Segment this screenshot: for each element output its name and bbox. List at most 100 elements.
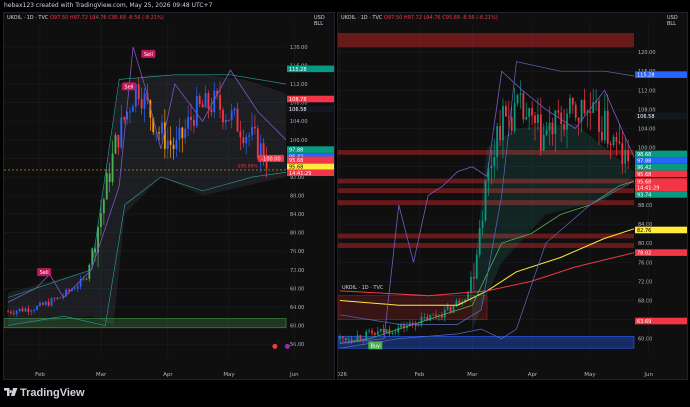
chart-panel-left[interactable]: 56.00 60.00 64.00 68.00 72.00 76.00 80.00 84.00… bbox=[3, 12, 335, 380]
candle bbox=[601, 131, 603, 141]
candle bbox=[446, 306, 449, 310]
price-label: 95.68 bbox=[637, 172, 651, 178]
y-tick-label: 112.00 bbox=[290, 82, 308, 88]
candle bbox=[365, 331, 368, 340]
candle bbox=[609, 143, 612, 146]
candle bbox=[56, 297, 59, 300]
candle bbox=[531, 108, 533, 116]
chart-canvas-right[interactable]: 60.0064.0068.0072.0076.0080.0084.0088.00… bbox=[338, 13, 688, 380]
candle bbox=[542, 134, 545, 151]
candle bbox=[41, 302, 44, 305]
candle bbox=[224, 119, 227, 123]
x-tick-label: Jun bbox=[643, 372, 653, 378]
candle bbox=[470, 276, 472, 294]
candle bbox=[210, 108, 213, 113]
candle bbox=[374, 333, 376, 335]
candle bbox=[548, 122, 551, 131]
candle bbox=[359, 335, 362, 340]
annotation-label: -100.00% bbox=[236, 164, 258, 170]
candle bbox=[347, 339, 350, 341]
candle bbox=[423, 316, 426, 318]
y-tick-label: 88.00 bbox=[290, 194, 304, 200]
footer: TradingView bbox=[0, 381, 690, 407]
candle bbox=[563, 124, 565, 130]
y-tick-label: 88.00 bbox=[638, 203, 652, 209]
candle bbox=[368, 330, 370, 332]
caption: hebax123 created with TradingView.com, M… bbox=[0, 0, 690, 12]
candle bbox=[577, 117, 580, 122]
price-label: 63.69 bbox=[637, 319, 651, 325]
price-label: 14:41:29 bbox=[637, 186, 659, 192]
chart-canvas-left[interactable]: 56.00 60.00 64.00 68.00 72.00 76.00 80.00 84.00… bbox=[4, 13, 335, 380]
candle bbox=[391, 333, 394, 335]
currency-label-right[interactable]: USD BLL bbox=[667, 15, 678, 27]
currency-label-left[interactable]: USD BLL bbox=[314, 15, 325, 27]
candle bbox=[478, 228, 481, 255]
legend-change: -8.56 (-8.21%) bbox=[461, 15, 498, 21]
resistance-zone bbox=[338, 33, 634, 48]
candle bbox=[251, 126, 253, 136]
candle bbox=[24, 308, 27, 312]
candle bbox=[100, 213, 102, 227]
currency-bll: BLL bbox=[314, 21, 324, 27]
candle bbox=[580, 99, 583, 122]
signal-label: Sell bbox=[40, 270, 49, 276]
candle bbox=[342, 336, 344, 338]
candle bbox=[589, 111, 592, 114]
candle bbox=[123, 117, 126, 120]
signal-label: Sell bbox=[124, 84, 133, 90]
x-tick-label: Feb bbox=[415, 372, 425, 378]
candle bbox=[528, 108, 531, 117]
price-label: 106.58 bbox=[637, 114, 655, 120]
legend-close: C95.68 bbox=[442, 15, 461, 21]
brand-name: TradingView bbox=[20, 387, 85, 399]
y-tick-label: 104.00 bbox=[638, 127, 656, 133]
candle bbox=[175, 139, 178, 150]
candle bbox=[195, 96, 198, 126]
candle bbox=[566, 113, 568, 130]
signal-label: Sell bbox=[144, 52, 153, 58]
candle bbox=[472, 276, 475, 279]
candle bbox=[569, 97, 571, 114]
candle bbox=[39, 302, 41, 306]
chart-panel-right[interactable]: 60.0064.0068.0072.0076.0080.0084.0088.00… bbox=[337, 12, 688, 380]
tradingview-logo[interactable]: TradingView bbox=[4, 387, 85, 399]
candle bbox=[344, 337, 347, 341]
candle bbox=[102, 199, 105, 214]
candle bbox=[467, 293, 469, 300]
candle bbox=[557, 110, 560, 113]
candle bbox=[598, 101, 600, 132]
candle bbox=[253, 126, 256, 129]
candle bbox=[137, 84, 140, 99]
x-tick-label: Jun bbox=[289, 372, 299, 378]
candle bbox=[627, 149, 630, 162]
candle bbox=[172, 144, 175, 150]
candle bbox=[36, 305, 38, 310]
candle bbox=[256, 128, 259, 159]
candle bbox=[143, 93, 146, 109]
currency-bll: BLL bbox=[667, 21, 677, 27]
y-tick-label: 64.00 bbox=[290, 305, 304, 311]
price-label: 115.28 bbox=[637, 73, 655, 79]
candle bbox=[161, 122, 163, 134]
candle bbox=[539, 114, 542, 151]
legend-open: O97.50 bbox=[384, 15, 403, 21]
candle bbox=[140, 98, 143, 109]
candle bbox=[615, 136, 618, 142]
candle bbox=[184, 128, 187, 139]
candle bbox=[9, 311, 12, 314]
candle bbox=[242, 137, 245, 144]
candle bbox=[603, 110, 606, 141]
price-label: 93.74 bbox=[637, 192, 651, 198]
y-tick-label: 80.00 bbox=[638, 241, 652, 247]
candle bbox=[105, 173, 108, 200]
candle bbox=[545, 130, 548, 135]
candle bbox=[417, 325, 420, 327]
candle bbox=[522, 93, 525, 120]
annotation-label: -100.00 bbox=[261, 156, 280, 162]
x-tick-label: Mar bbox=[96, 372, 107, 378]
event-icon bbox=[284, 343, 290, 349]
x-tick-label: 2026 bbox=[338, 372, 347, 378]
candle bbox=[131, 106, 134, 112]
y-tick-label: 60.00 bbox=[290, 324, 304, 330]
